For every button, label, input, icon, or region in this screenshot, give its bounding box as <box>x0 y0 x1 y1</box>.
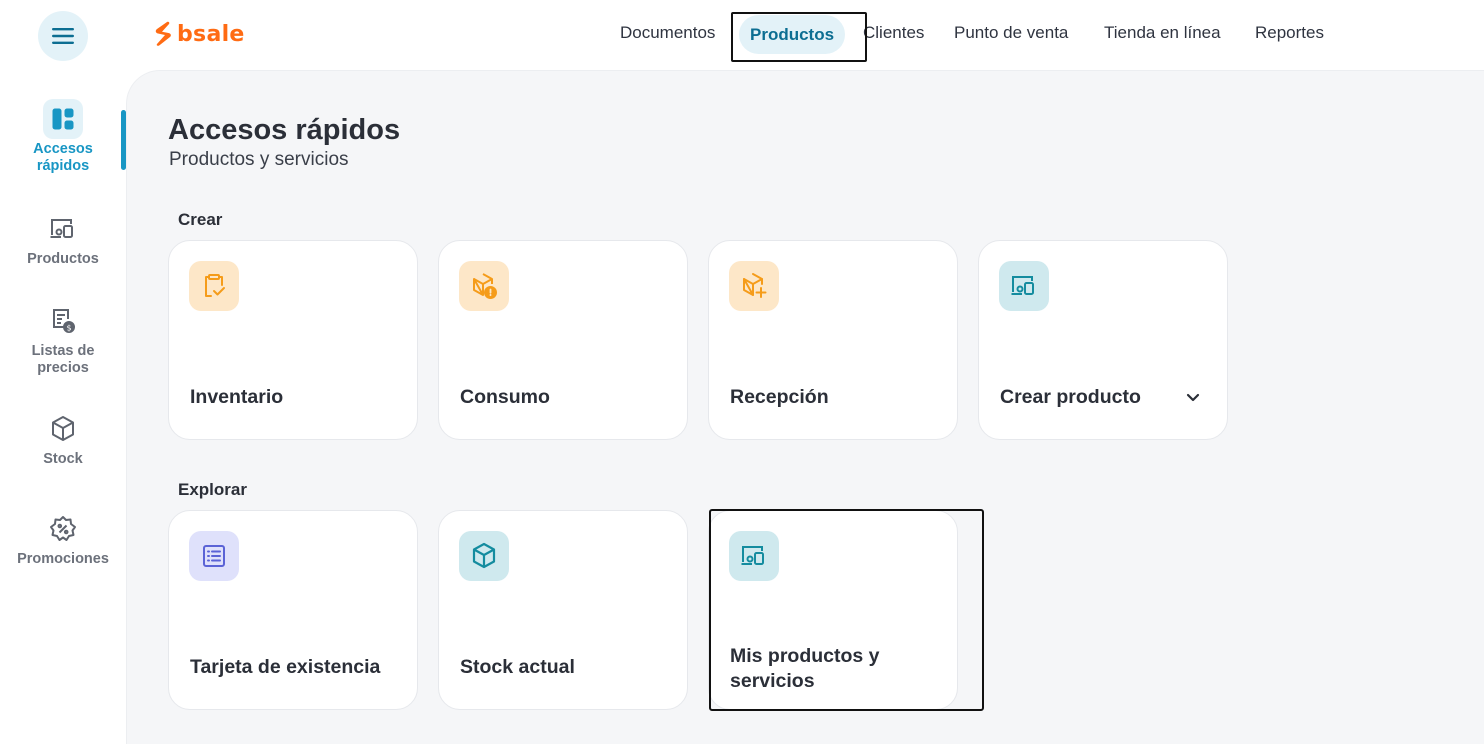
sidebar-item-label: Productos <box>27 251 99 267</box>
page-subtitle: Productos y servicios <box>169 149 349 170</box>
sidebar-item-label: Stock <box>43 451 83 467</box>
list-card-icon <box>189 531 239 581</box>
nav-clientes[interactable]: Clientes <box>863 23 924 43</box>
card-tarjeta-de-existencia[interactable]: Tarjeta de existencia <box>168 510 418 710</box>
box-plus-icon <box>729 261 779 311</box>
card-label: Inventario <box>190 386 284 408</box>
discount-badge-icon <box>43 509 83 549</box>
nav-tienda-en-linea[interactable]: Tienda en línea <box>1104 23 1221 43</box>
products-icon <box>729 531 779 581</box>
clipboard-check-icon <box>189 261 239 311</box>
sidebar-item-accesos-rapidos[interactable]: Accesos rápidos <box>0 99 126 175</box>
sidebar-item-label: Listas de precios <box>31 343 95 376</box>
box-alert-icon <box>459 261 509 311</box>
sidebar: Accesos rápidos Productos $ Listas de pr… <box>0 70 126 744</box>
price-list-icon: $ <box>43 301 83 341</box>
card-mis-productos-y-servicios[interactable]: Mis productos y servicios <box>708 510 958 710</box>
card-recepcion[interactable]: Recepción <box>708 240 958 440</box>
sidebar-item-label: Accesos rápidos <box>33 141 93 174</box>
card-consumo[interactable]: Consumo <box>438 240 688 440</box>
card-stock-actual[interactable]: Stock actual <box>438 510 688 710</box>
cube-icon <box>459 531 509 581</box>
chevron-down-icon[interactable] <box>1183 387 1203 407</box>
card-crear-producto[interactable]: Crear producto <box>978 240 1228 440</box>
page-title: Accesos rápidos <box>168 114 401 146</box>
main-content: Accesos rápidos Productos y servicios Cr… <box>126 70 1484 744</box>
card-inventario[interactable]: Inventario <box>168 240 418 440</box>
sidebar-item-label: Promociones <box>17 551 109 567</box>
nav-reportes[interactable]: Reportes <box>1255 23 1324 43</box>
dashboard-icon <box>43 99 83 139</box>
section-title-crear: Crear <box>178 210 223 229</box>
sidebar-item-productos[interactable]: Productos <box>0 209 126 268</box>
card-label: Mis productos y servicios <box>730 645 880 692</box>
card-label: Crear producto <box>1000 386 1141 408</box>
nav-documentos[interactable]: Documentos <box>620 23 715 43</box>
section-title-explorar: Explorar <box>178 480 247 499</box>
card-label: Consumo <box>460 386 550 408</box>
nav-productos[interactable]: Productos <box>739 15 846 54</box>
products-icon <box>999 261 1049 311</box>
products-icon <box>43 209 83 249</box>
svg-text:$: $ <box>66 324 71 333</box>
card-label: Stock actual <box>460 656 575 678</box>
cube-icon <box>43 409 83 449</box>
sidebar-item-stock[interactable]: Stock <box>0 409 126 468</box>
nav-punto-de-venta[interactable]: Punto de venta <box>954 23 1068 43</box>
card-label: Tarjeta de existencia <box>190 656 381 678</box>
sidebar-item-promociones[interactable]: Promociones <box>0 509 126 568</box>
top-navigation: Documentos Productos Clientes Punto de v… <box>0 0 1484 70</box>
card-label: Recepción <box>730 386 829 408</box>
sidebar-item-listas-de-precios[interactable]: $ Listas de precios <box>0 301 126 377</box>
